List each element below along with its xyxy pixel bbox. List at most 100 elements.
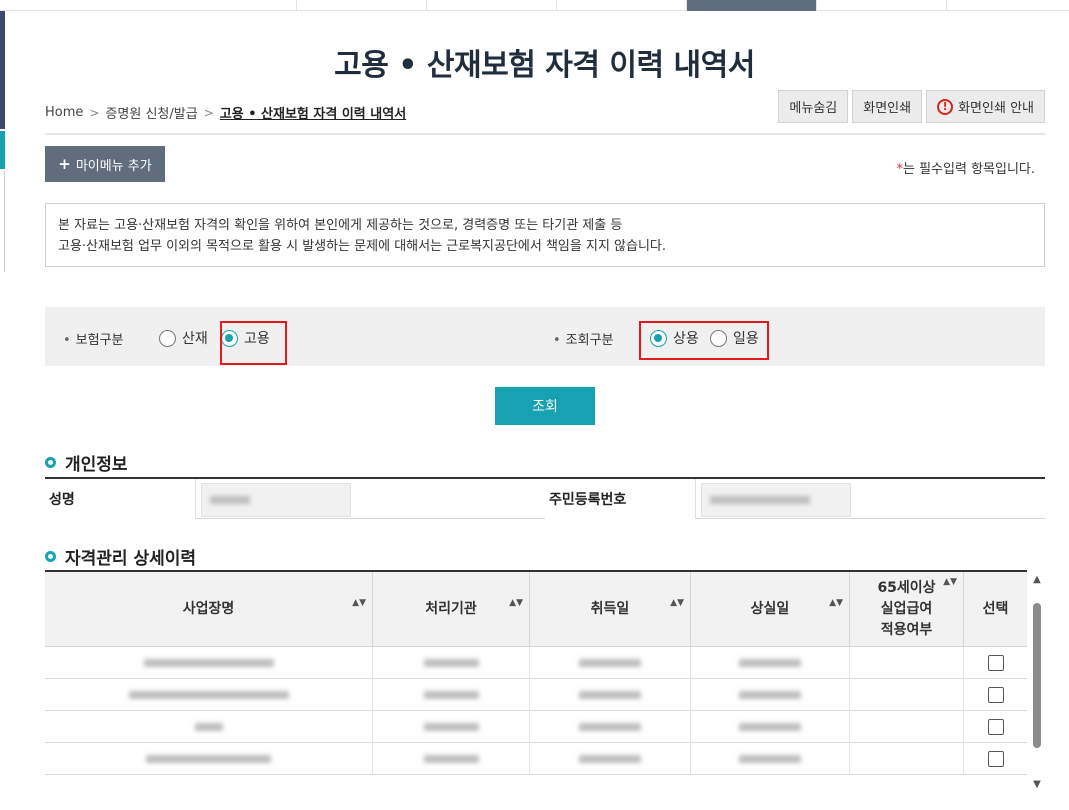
- left-nav-edge: [0, 171, 5, 272]
- section-title-text: 개인정보: [65, 455, 128, 475]
- breadcrumb-separator-icon: >: [203, 105, 214, 120]
- insurance-type-text: 보험구분: [75, 333, 124, 348]
- search-panel: • 보험구분 산재 고용 • 조회구분 상용 일용: [45, 307, 1045, 366]
- radio-label: 산재: [182, 331, 208, 347]
- bullet-icon: •: [63, 333, 71, 348]
- hide-menu-label: 메뉴숨김: [789, 101, 838, 116]
- masked-text: [739, 723, 801, 731]
- top-tab[interactable]: [816, 0, 946, 11]
- sort-icon[interactable]: ▲▼: [943, 578, 957, 587]
- masked-text: [739, 691, 801, 699]
- masked-text: [423, 659, 479, 667]
- breadcrumb-level1[interactable]: 증명원 신청/발급: [105, 103, 197, 122]
- column-header-lost-date[interactable]: 상실일 ▲▼: [690, 572, 849, 647]
- breadcrumb: Home > 증명원 신청/발급 > 고용 • 산재보험 자격 이력 내역서: [45, 103, 406, 122]
- sort-icon[interactable]: ▲▼: [509, 599, 523, 608]
- row-checkbox[interactable]: [987, 655, 1004, 671]
- print-guide-button[interactable]: ! 화면인쇄 안내: [926, 90, 1045, 123]
- add-my-menu-button[interactable]: + 마이메뉴 추가: [45, 146, 165, 182]
- notice-box: 본 자료는 고용·산재보험 자격의 확인을 위하여 본인에게 제공하는 것으로,…: [45, 203, 1045, 267]
- cell-select: [963, 679, 1027, 711]
- page-title: 고용 • 산재보험 자격 이력 내역서: [334, 48, 755, 83]
- column-header-over65[interactable]: 65세이상 실업급여 적용여부 ▲▼: [849, 572, 963, 647]
- cell-lost-date: [690, 743, 849, 775]
- history-table-header: 사업장명 ▲▼ 처리기관 ▲▼ 취득일 ▲▼ 상실일 ▲▼ 65세이상 실업급여…: [45, 572, 1027, 647]
- row-checkbox[interactable]: [987, 687, 1004, 703]
- name-field-masked: [201, 483, 351, 517]
- breadcrumb-home[interactable]: Home: [45, 105, 83, 120]
- cell-over65: [849, 743, 963, 775]
- cell-over65: [849, 647, 963, 679]
- column-header-select: 선택: [963, 572, 1027, 647]
- top-tab-active[interactable]: [686, 0, 816, 11]
- cell-select: [963, 647, 1027, 679]
- required-note-text: 는 필수입력 항목입니다.: [903, 162, 1035, 177]
- masked-text: [146, 755, 271, 763]
- column-header-workplace[interactable]: 사업장명 ▲▼: [45, 572, 372, 647]
- masked-text: [423, 755, 479, 763]
- masked-text: [194, 723, 223, 731]
- column-header-acquired-date[interactable]: 취득일 ▲▼: [529, 572, 690, 647]
- scroll-down-icon[interactable]: ▼: [1030, 778, 1044, 792]
- masked-text: [143, 659, 274, 667]
- radio-industrial-accident[interactable]: 산재: [159, 328, 208, 348]
- highlight-box: [639, 321, 769, 360]
- masked-text: [579, 723, 641, 731]
- column-header-label: 취득일: [590, 601, 630, 617]
- scroll-thumb[interactable]: [1033, 603, 1041, 748]
- masked-text: [579, 659, 641, 667]
- cell-workplace: [45, 679, 372, 711]
- breadcrumb-current[interactable]: 고용 • 산재보험 자격 이력 내역서: [220, 103, 406, 122]
- cell-office: [372, 711, 529, 743]
- cell-acquired-date: [529, 711, 690, 743]
- search-button[interactable]: 조회: [495, 387, 595, 425]
- masked-text: [579, 755, 641, 763]
- row-checkbox[interactable]: [987, 719, 1004, 735]
- required-field-note: *는 필수입력 항목입니다.: [897, 158, 1036, 177]
- masked-text: [210, 496, 250, 504]
- print-screen-button[interactable]: 화면인쇄: [852, 90, 923, 123]
- top-tab-strip: [0, 0, 1069, 11]
- notice-line: 고용·산재보험 업무 이외의 목적으로 활용 시 발생하는 문제에 대해서는 근…: [58, 239, 667, 254]
- top-tab[interactable]: [296, 0, 426, 11]
- column-header-label: 선택: [982, 601, 1009, 617]
- cell-office: [372, 679, 529, 711]
- top-tab[interactable]: [556, 0, 686, 11]
- table-row: [45, 647, 1027, 679]
- scroll-up-icon[interactable]: ▲: [1030, 573, 1044, 587]
- row-checkbox[interactable]: [987, 751, 1004, 767]
- masked-text: [423, 723, 479, 731]
- column-header-office[interactable]: 처리기관 ▲▼: [372, 572, 529, 647]
- table-row: [45, 679, 1027, 711]
- rrn-label: 주민등록번호: [545, 479, 695, 519]
- query-type-text: 조회구분: [565, 333, 614, 348]
- cell-acquired-date: [529, 679, 690, 711]
- column-header-label: 처리기관: [425, 601, 477, 617]
- cell-over65: [849, 711, 963, 743]
- cell-lost-date: [690, 679, 849, 711]
- query-type-label: • 조회구분: [553, 329, 614, 348]
- personal-info-table: 성명 주민등록번호: [45, 477, 1045, 519]
- sort-icon[interactable]: ▲▼: [352, 599, 366, 608]
- bullet-icon: •: [553, 333, 561, 348]
- breadcrumb-separator-icon: >: [89, 105, 100, 120]
- cell-lost-date: [690, 647, 849, 679]
- hide-menu-button[interactable]: 메뉴숨김: [778, 90, 849, 123]
- masked-text: [579, 691, 641, 699]
- cell-workplace: [45, 647, 372, 679]
- sort-icon[interactable]: ▲▼: [829, 599, 843, 608]
- history-table: 사업장명 ▲▼ 처리기관 ▲▼ 취득일 ▲▼ 상실일 ▲▼ 65세이상 실업급여…: [45, 570, 1027, 776]
- name-value-cell: [195, 479, 545, 519]
- cell-lost-date: [690, 711, 849, 743]
- table-row: [45, 711, 1027, 743]
- table-scrollbar[interactable]: ▲ ▼: [1030, 573, 1044, 793]
- column-header-label: 상실일: [750, 601, 790, 617]
- top-tab[interactable]: [946, 0, 1069, 11]
- masked-text: [423, 691, 479, 699]
- masked-text: [128, 691, 289, 699]
- plus-icon: +: [58, 155, 71, 173]
- add-my-menu-label: 마이메뉴 추가: [75, 158, 152, 174]
- sort-icon[interactable]: ▲▼: [670, 599, 684, 608]
- top-tab[interactable]: [426, 0, 556, 11]
- radio-button[interactable]: [159, 329, 176, 347]
